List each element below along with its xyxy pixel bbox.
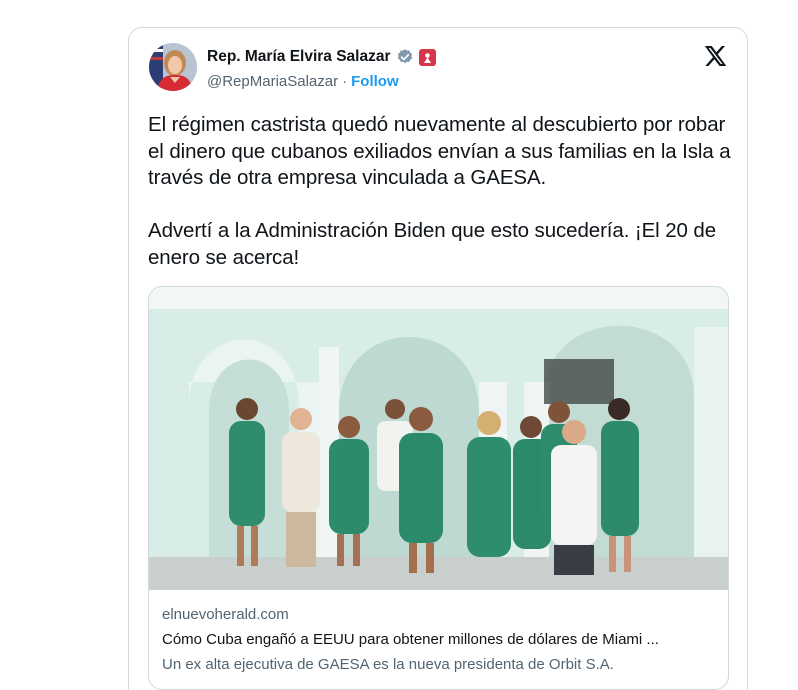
- verified-badge-icon: [397, 49, 412, 64]
- card-description: Un ex alta ejecutiva de GAESA es la nuev…: [162, 656, 614, 673]
- x-logo-icon[interactable]: [703, 44, 727, 68]
- separator-dot: ·: [342, 73, 348, 90]
- author-avatar[interactable]: [149, 43, 197, 91]
- card-title[interactable]: Cómo Cuba engañó a EEUU para obtener mil…: [162, 630, 722, 650]
- tweet-text: El régimen castrista quedó nuevamente al…: [148, 113, 731, 269]
- follow-button[interactable]: Follow: [351, 73, 399, 90]
- author-name[interactable]: Rep. María Elvira Salazar: [207, 48, 391, 66]
- link-preview-card[interactable]: elnuevoherald.com Cómo Cuba engañó a EEU…: [148, 286, 729, 690]
- link-preview-image: [149, 287, 728, 590]
- us-house-badge-icon: [418, 48, 436, 66]
- tweet-card[interactable]: Rep. María Elvira Salazar @RepMariaSalaz…: [128, 27, 748, 690]
- avatar-image: [149, 43, 197, 91]
- card-domain: elnuevoherald.com: [162, 606, 289, 623]
- author-handle[interactable]: @RepMariaSalazar: [207, 73, 338, 90]
